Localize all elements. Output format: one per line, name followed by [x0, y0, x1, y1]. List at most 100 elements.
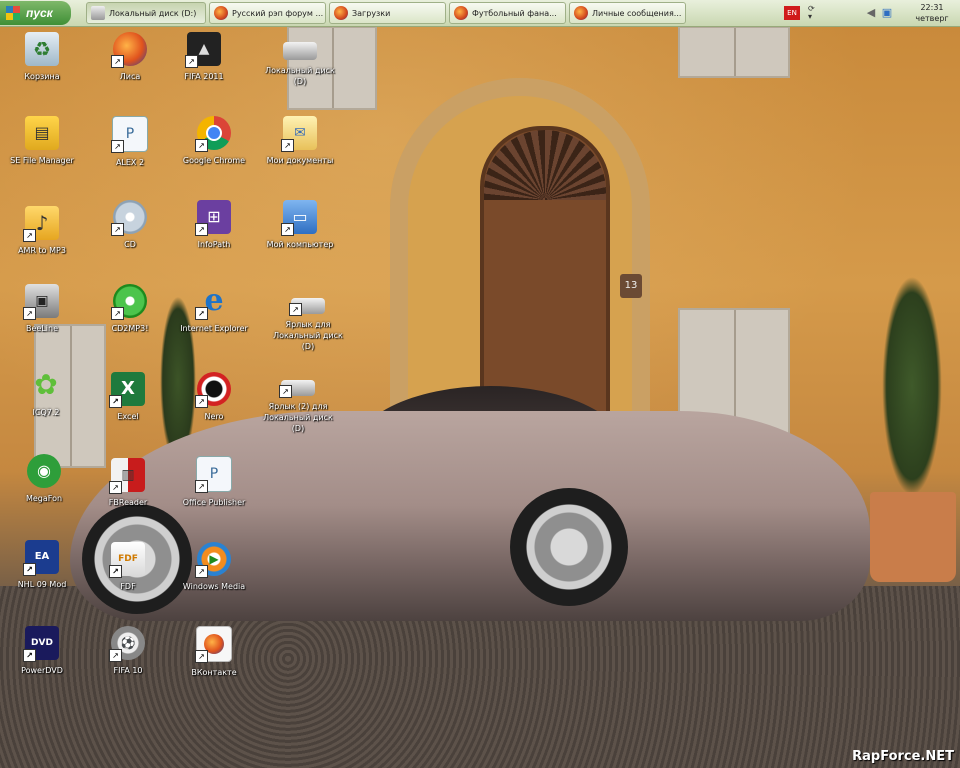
- desktop-icon-beeline[interactable]: ▣ ↗ BeeLine: [0, 284, 84, 334]
- taskbar-button-football-fan[interactable]: Футбольный фана...: [449, 2, 566, 24]
- desktop-icon-label: Office Publisher: [182, 498, 246, 507]
- taskbar-button-local-disk[interactable]: Локальный диск (D:): [86, 2, 206, 24]
- tray-expand-icon[interactable]: ⟳ ▾: [808, 5, 818, 21]
- desktop-icon-excel[interactable]: X ↗ Excel: [86, 372, 170, 422]
- desktop-icon-label: ВКонтакте: [191, 668, 237, 677]
- desktop-icon-office-publisher[interactable]: P ↗ Office Publisher: [172, 456, 256, 508]
- shortcut-arrow-icon: ↗: [279, 385, 292, 398]
- flower-pot: [870, 492, 956, 582]
- my-documents-icon: ✉ ↗: [281, 116, 317, 152]
- start-button[interactable]: пуск: [0, 1, 71, 25]
- desktop-icon-my-computer[interactable]: ▭ ↗ Мой компьютер: [258, 200, 342, 250]
- shortcut-arrow-icon: ↗: [111, 55, 124, 68]
- desktop-icon-powerdvd[interactable]: DVD ↗ PowerDVD: [0, 626, 84, 676]
- desktop-icon-internet-explorer[interactable]: e ↗ Internet Explorer: [172, 284, 256, 334]
- taskbar-button-label: Футбольный фана...: [472, 8, 557, 18]
- watermark-text: RapForce.NET: [852, 749, 954, 764]
- drive-icon: ↗: [289, 298, 325, 316]
- language-indicator[interactable]: EN: [784, 6, 800, 20]
- desktop-icon-label: Nero: [204, 412, 224, 421]
- nhl-icon: EA ↗: [23, 540, 59, 576]
- desktop-icon-google-chrome[interactable]: ↗ Google Chrome: [172, 116, 256, 166]
- desktop-icon-label: Internet Explorer: [180, 324, 248, 333]
- desktop-icon-fbreader[interactable]: ▥ ↗ FBReader: [86, 458, 170, 508]
- desktop-icon-shortcut-2-local-disk-d[interactable]: ↗ Ярлык (2) для Локальный диск (D): [256, 374, 340, 434]
- desktop-icon-windows-media[interactable]: ▶ ↗ Windows Media: [172, 542, 256, 592]
- taskbar-button-label: Русский рэп форум ...: [232, 8, 324, 18]
- desktop-icon-label: Google Chrome: [182, 156, 246, 165]
- clock[interactable]: 22:31 четверг: [906, 2, 958, 24]
- windows-logo-icon: [6, 6, 20, 20]
- desktop-icon-label: SE File Manager: [10, 156, 74, 165]
- recycle-bin-icon: ♻: [25, 32, 59, 66]
- shortcut-arrow-icon: ↗: [281, 139, 294, 152]
- desktop-icon-nhl-09-mod[interactable]: EA ↗ NHL 09 Mod: [0, 540, 84, 590]
- taskbar-button-downloads[interactable]: Загрузки: [329, 2, 446, 24]
- desktop-icon-my-documents[interactable]: ✉ ↗ Мои документы: [258, 116, 342, 166]
- desktop-icon-cd[interactable]: ↗ CD: [88, 200, 172, 250]
- music-folder-icon: ♪ ↗: [23, 206, 59, 242]
- shortcut-arrow-icon: ↗: [195, 223, 208, 236]
- desktop-icon-local-disk-d[interactable]: Локальный диск (D): [258, 32, 342, 87]
- cd-drive-icon: ↗: [111, 200, 147, 236]
- shortcut-arrow-icon: ↗: [109, 481, 122, 494]
- firefox-icon: [334, 6, 348, 20]
- firefox-icon: [214, 6, 228, 20]
- taskbar-button-label: Загрузки: [352, 8, 391, 18]
- desktop-icon-infopath[interactable]: ⊞ ↗ InfoPath: [172, 200, 256, 250]
- shortcut-arrow-icon: ↗: [109, 649, 122, 662]
- desktop-icon-label: Мой компьютер: [266, 240, 334, 249]
- shortcut-arrow-icon: ↗: [195, 480, 208, 493]
- desktop-icon-megafon[interactable]: ◉ MegaFon: [2, 454, 86, 504]
- shortcut-arrow-icon: ↗: [195, 565, 208, 578]
- shortcut-arrow-icon: ↗: [23, 649, 36, 662]
- desktop-icon-label: Ярлык для Локальный диск (D): [273, 320, 343, 351]
- desktop-icon-label: Лиса: [119, 72, 141, 81]
- shortcut-arrow-icon: ↗: [195, 139, 208, 152]
- desktop-icon-fifa-10[interactable]: ⚽ ↗ FIFA 10: [86, 626, 170, 676]
- tray-back-arrow-icon[interactable]: ◀: [864, 6, 878, 20]
- nero-icon: ↗: [195, 372, 231, 408]
- wall-window-shutter: [678, 26, 790, 78]
- taskbar-button-label: Личные сообщения...: [592, 8, 682, 18]
- desktop-icon-shortcut-local-disk-d[interactable]: ↗ Ярлык для Локальный диск (D): [266, 290, 350, 352]
- desktop-icon-label: NHL 09 Mod: [17, 580, 67, 589]
- plant-right: [882, 276, 942, 496]
- shortcut-arrow-icon: ↗: [289, 303, 302, 316]
- car-wheel: [510, 488, 628, 606]
- desktop-icon-label: Ярлык (2) для Локальный диск (D): [263, 402, 333, 433]
- desktop-icon-fifa-2011[interactable]: ▲ ↗ FIFA 2011: [162, 32, 246, 82]
- desktop-icon-alex-2[interactable]: P ↗ ALEX 2: [88, 116, 172, 168]
- shortcut-arrow-icon: ↗: [185, 55, 198, 68]
- firefox-icon: [454, 6, 468, 20]
- drive-icon: ↗: [279, 380, 315, 398]
- taskbar-button-rap-forum[interactable]: Русский рэп форум ...: [209, 2, 326, 24]
- desktop-icon-label: FDF: [120, 582, 136, 591]
- megafon-icon: ◉: [27, 454, 61, 488]
- internet-explorer-icon: e ↗: [195, 284, 231, 320]
- desktop-icon-se-file-manager[interactable]: ▤ SE File Manager: [0, 116, 84, 166]
- desktop-icon-nero[interactable]: ↗ Nero: [172, 372, 256, 422]
- desktop-icon-label: CD2MP3!: [111, 324, 149, 333]
- taskbar-button-label: Локальный диск (D:): [109, 8, 197, 18]
- taskbar-button-private-messages[interactable]: Личные сообщения...: [569, 2, 686, 24]
- desktop-icon-icq[interactable]: ✿ ICQ7.2: [4, 368, 88, 418]
- desktop-icon-firefox[interactable]: ↗ Лиса: [88, 32, 172, 82]
- desktop-icon-label: PowerDVD: [21, 666, 63, 675]
- powerdvd-icon: DVD ↗: [23, 626, 59, 662]
- desktop-icon-label: CD: [124, 240, 136, 249]
- network-icon[interactable]: ▣: [880, 6, 894, 20]
- desktop-icon-label: Корзина: [24, 72, 60, 81]
- desktop-icon-vkontakte[interactable]: ↗ ВКонтакте: [172, 626, 256, 678]
- shortcut-arrow-icon: ↗: [195, 307, 208, 320]
- desktop-icon-fdf[interactable]: FDF ↗ FDF: [86, 542, 170, 592]
- desktop-icon-recycle-bin[interactable]: ♻ Корзина: [0, 32, 84, 82]
- desktop-icon-cd2mp3[interactable]: ↗ CD2MP3!: [88, 284, 172, 334]
- desktop-icon-label: ICQ7.2: [32, 408, 60, 417]
- start-button-label: пуск: [26, 6, 53, 20]
- fifa-icon: ▲ ↗: [185, 32, 221, 68]
- clock-day: четверг: [915, 14, 949, 23]
- desktop-icon-amr-to-mp3[interactable]: ♪ ↗ AMR to MP3: [0, 206, 84, 256]
- desktop[interactable]: 13 ♻ Корзина ↗ Лиса ▲ ↗ FIFA 2011 Локальн…: [0, 26, 960, 768]
- desktop-icon-label: MegaFon: [25, 494, 63, 503]
